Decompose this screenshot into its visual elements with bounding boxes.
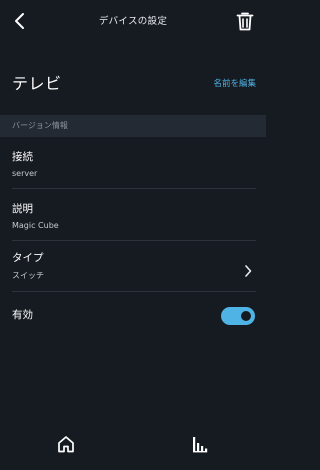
version-info-section-header: バージョン情報 (0, 115, 266, 137)
toggle-knob (241, 311, 251, 321)
connection-row: 接続 server (0, 145, 266, 189)
type-row[interactable]: タイプ スイッチ (0, 246, 266, 292)
description-row: 説明 Magic Cube (0, 197, 266, 241)
divider (12, 291, 256, 292)
enabled-row: 有効 (0, 302, 266, 332)
home-icon[interactable] (56, 434, 76, 454)
description-value: Magic Cube (12, 221, 59, 230)
connection-value: server (12, 169, 38, 178)
connection-title: 接続 (12, 151, 33, 163)
divider (12, 240, 256, 241)
description-title: 説明 (12, 203, 33, 215)
page-title: デバイスの設定 (98, 16, 168, 27)
bottom-navigation (0, 430, 266, 470)
trash-icon[interactable] (236, 11, 254, 31)
device-name: テレビ (12, 74, 62, 93)
edit-name-link[interactable]: 名前を編集 (213, 77, 256, 89)
type-value: スイッチ (12, 271, 44, 280)
type-title: タイプ (12, 252, 44, 264)
enabled-title: 有効 (12, 309, 33, 321)
device-settings-screen: デバイスの設定 テレビ 名前を編集 バージョン情報 接続 server 説明 M… (0, 0, 266, 470)
version-info-label: バージョン情報 (12, 121, 68, 130)
divider (12, 188, 256, 189)
devices-icon[interactable] (190, 434, 210, 454)
header: デバイスの設定 (0, 0, 266, 42)
chevron-right-icon (244, 262, 252, 277)
enabled-toggle[interactable] (221, 307, 255, 325)
